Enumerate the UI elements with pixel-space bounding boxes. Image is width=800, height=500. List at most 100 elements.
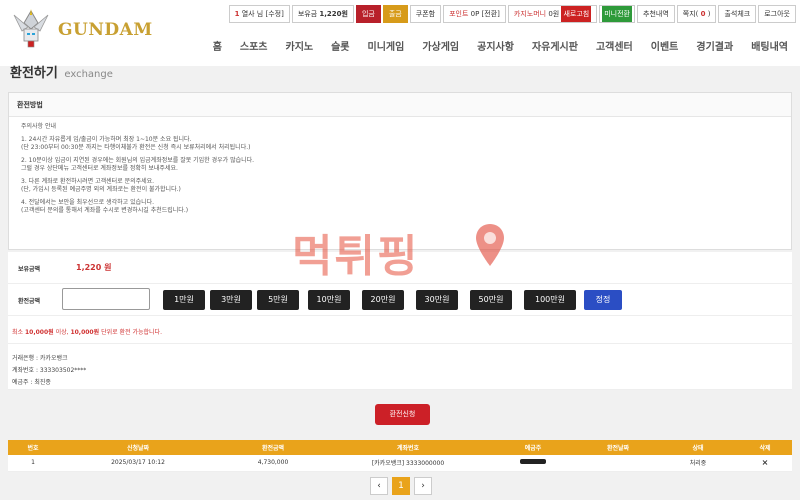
col-exchange-date: 환전날짜 <box>578 440 658 455</box>
pager-page-1[interactable]: 1 <box>392 477 410 495</box>
amount-10k-button[interactable]: 1만원 <box>163 290 205 310</box>
message-count: 0 <box>700 10 706 18</box>
bank-name: 거래은행 : 카카오뱅크 <box>12 355 68 362</box>
col-status: 상태 <box>658 440 738 455</box>
nav-notice[interactable]: 공지사항 <box>477 38 514 53</box>
balance-box: 보유금 1,220원 <box>291 5 354 23</box>
location-pin-icon <box>476 224 504 266</box>
delete-row-button[interactable]: × <box>738 455 792 472</box>
notice-line: 4. 전달에서는 보안을 최우선으로 생각하고 있습니다. <box>21 199 155 206</box>
amount-30k-button[interactable]: 3만원 <box>210 290 252 310</box>
cell-amount: 4,730,000 <box>218 455 328 472</box>
account-holder: 예금주 : 최진종 <box>12 379 51 386</box>
col-account: 계좌번호 <box>328 440 488 455</box>
submit-exchange-button[interactable]: 환전신청 <box>375 404 430 425</box>
limit-unit: 10,000원 <box>70 329 100 336</box>
user-name[interactable]: 열사 님 [수정] <box>242 10 284 18</box>
withdraw-button[interactable]: 출금 <box>382 5 408 23</box>
cell-number: 1 <box>8 455 58 472</box>
logo-text: GUNDAM <box>58 20 153 40</box>
cell-account: [카카오뱅크] 3333000000 <box>328 455 488 472</box>
watermark-text: 먹튀핑 <box>292 231 420 282</box>
nav-casino[interactable]: 카지노 <box>286 38 314 53</box>
col-delete: 삭제 <box>738 440 792 455</box>
limit-notice: 최소 10,000원 이상, 10,000원 단위로 환전 가능합니다. <box>12 327 162 336</box>
notice-line: (단 23:00부터 00:30분 까지는 타행이체불가 환전은 신청 즉시 보… <box>21 144 251 151</box>
cell-exchange-date <box>578 455 658 472</box>
pager-prev-button[interactable]: ‹ <box>370 477 388 495</box>
deposit-button[interactable]: 입금 <box>355 5 381 23</box>
page-subtitle: exchange <box>64 69 113 80</box>
notice-item: 4. 전달에서는 보안을 최우선으로 생각하고 있습니다. (고객센터 문의를 … <box>21 199 779 215</box>
notice-line: 3. 다른 계좌로 환전하시려면 고객센터로 문의주세요. <box>21 178 155 185</box>
table-header-row: 번호 신청날짜 환전금액 계좌번호 예금주 환전날짜 상태 삭제 <box>8 440 792 455</box>
nav-free-board[interactable]: 자유게시판 <box>532 38 578 53</box>
notice-item: 2. 10분이상 입금이 지연된 경우에는 회원님의 입금계좌정보를 잘못 기입… <box>21 157 779 173</box>
method-heading: 환전방법 <box>9 93 791 117</box>
limit-suffix: 단위로 환전 가능합니다. <box>101 329 162 336</box>
amount-200k-button[interactable]: 20만원 <box>362 290 404 310</box>
col-amount: 환전금액 <box>218 440 328 455</box>
cell-request-date: 2025/03/17 10:12 <box>58 455 218 472</box>
refresh-button[interactable]: 새로고침 <box>561 6 592 22</box>
table-row: 1 2025/03/17 10:12 4,730,000 [카카오뱅크] 333… <box>8 455 792 472</box>
amount-100k-button[interactable]: 10만원 <box>308 290 350 310</box>
nav-event[interactable]: 이벤트 <box>651 38 679 53</box>
amount-300k-button[interactable]: 30만원 <box>416 290 458 310</box>
logout-button[interactable]: 로그아웃 <box>758 5 796 23</box>
point-box[interactable]: 포인트 0P [전환] <box>443 5 506 23</box>
notice-line: (단, 가입시 등록된 예금주명 외의 계좌로는 환전이 불가합니다.) <box>21 186 181 193</box>
notice-item: 1. 24시간 자유롭게 입/출금이 가능하며 최장 1~10분 소요 됩니다.… <box>21 136 779 152</box>
message-label: 쪽지 <box>682 10 696 18</box>
cell-status: 처리중 <box>658 455 738 472</box>
notice-line: 1. 24시간 자유롭게 입/출금이 가능하며 최장 1~10분 소요 됩니다. <box>21 136 192 143</box>
attendance-button[interactable]: 출석체크 <box>718 5 757 23</box>
point-value: 0P [전환] <box>470 10 500 18</box>
nav-slot[interactable]: 슬롯 <box>331 38 349 53</box>
casino-money-box: 카지노머니 0원 새로고침 <box>507 5 598 23</box>
limit-prefix: 최소 <box>12 329 24 336</box>
user-bar: 1 열사 님 [수정] 보유금 1,220원 입금 출금 쿠폰함 포인트 0P … <box>227 5 796 23</box>
notice-line: 그럴 경우 상단메뉴 고객센터로 계좌정보를 정확히 보내주세요. <box>21 165 178 172</box>
col-request-date: 신청날짜 <box>58 440 218 455</box>
balance-value: 1,220원 <box>319 10 348 18</box>
notice-block: 주의사항 안내 1. 24시간 자유롭게 입/출금이 가능하며 최장 1~10분… <box>9 117 791 226</box>
col-holder: 예금주 <box>488 440 578 455</box>
notice-item: 3. 다른 계좌로 환전하시려면 고객센터로 문의주세요. (단, 가입시 등록… <box>21 178 779 194</box>
nav-home[interactable]: 홈 <box>213 38 222 53</box>
logo[interactable]: GUNDAM <box>8 5 152 55</box>
pager-next-button[interactable]: › <box>414 477 432 495</box>
reset-button[interactable]: 정정 <box>584 290 622 310</box>
amount-500k-button[interactable]: 50만원 <box>470 290 512 310</box>
balance-label: 보유금 <box>297 10 318 18</box>
page-title: 환전하기 exchange <box>10 62 113 81</box>
nav-customer-center[interactable]: 고객센터 <box>596 38 633 53</box>
nav-sports[interactable]: 스포츠 <box>240 38 268 53</box>
limit-mid: 이상, <box>55 329 69 336</box>
account-number: 계좌번호 : 333303502**** <box>12 367 87 374</box>
exchange-history-table: 번호 신청날짜 환전금액 계좌번호 예금주 환전날짜 상태 삭제 1 2025/… <box>8 440 792 472</box>
redacted-holder <box>520 459 546 465</box>
nav-virtual-game[interactable]: 가상게임 <box>422 38 459 53</box>
point-label: 포인트 <box>449 10 469 18</box>
account-row <box>8 344 792 390</box>
coupon-button[interactable]: 쿠폰함 <box>409 5 442 23</box>
level-number: 1 <box>234 10 240 18</box>
mini-convert-button[interactable]: 미니전환 <box>602 6 632 22</box>
message-box[interactable]: 쪽지( 0 ) <box>676 5 717 23</box>
amount-1m-button[interactable]: 100만원 <box>524 290 576 310</box>
amount-50k-button[interactable]: 5만원 <box>257 290 299 310</box>
nav-minigame[interactable]: 미니게임 <box>368 38 405 53</box>
recommend-button[interactable]: 추천내역 <box>637 5 675 23</box>
mini-convert-box[interactable]: 미니전환 <box>599 5 635 23</box>
notice-title: 주의사항 안내 <box>21 123 57 130</box>
balance-row-label: 보유금액 <box>18 266 41 273</box>
nav-bet-history[interactable]: 배팅내역 <box>751 38 788 53</box>
nav-results[interactable]: 경기결과 <box>696 38 733 53</box>
main-nav: 홈 스포츠 카지노 슬롯 미니게임 가상게임 공지사항 자유게시판 고객센터 이… <box>195 38 788 53</box>
gundam-logo-icon <box>8 7 54 53</box>
limit-min: 10,000원 <box>24 329 54 336</box>
amount-row-label: 환전금액 <box>18 298 41 305</box>
amount-input[interactable] <box>62 288 150 310</box>
col-number: 번호 <box>8 440 58 455</box>
